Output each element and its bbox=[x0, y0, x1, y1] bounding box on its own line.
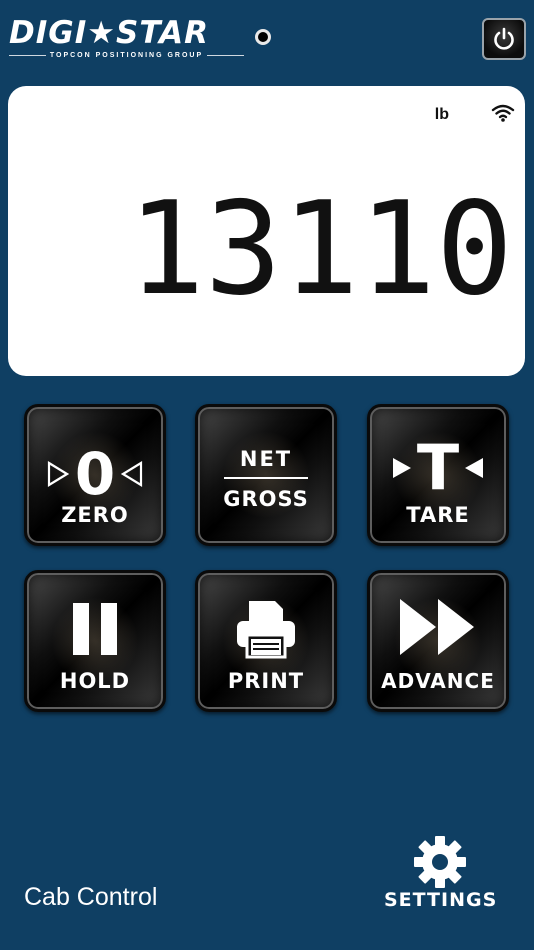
wifi-icon bbox=[491, 104, 515, 122]
zero-button-label: ZERO bbox=[61, 503, 129, 527]
zero-glyph: 0 bbox=[74, 440, 116, 508]
tare-right-arrow-icon bbox=[465, 458, 484, 478]
logo-tagline: TOPCON POSITIONING GROUP bbox=[49, 52, 204, 59]
zero-right-arrow-icon bbox=[121, 461, 143, 487]
tare-glyph: T bbox=[416, 431, 460, 504]
gross-label: GROSS bbox=[223, 487, 309, 511]
tare-button-label: TARE bbox=[406, 503, 470, 527]
net-gross-button[interactable]: NET GROSS bbox=[195, 404, 337, 546]
settings-button[interactable]: SETTINGS bbox=[384, 834, 496, 914]
unit-label: lb bbox=[434, 106, 449, 123]
hold-button-label: HOLD bbox=[59, 669, 131, 693]
net-gross-divider bbox=[224, 477, 308, 479]
settings-label: SETTINGS bbox=[384, 889, 498, 911]
print-button-label: PRINT bbox=[227, 669, 305, 693]
zero-button[interactable]: 0 ZERO bbox=[24, 404, 166, 546]
advance-button[interactable]: ADVANCE bbox=[367, 570, 509, 712]
print-button[interactable]: PRINT bbox=[195, 570, 337, 712]
tare-left-arrow-icon bbox=[392, 458, 411, 478]
power-button[interactable] bbox=[482, 18, 526, 60]
digistar-logo: DIGI★STAR TOPCON POSITIONING GROUP bbox=[9, 16, 244, 59]
gear-icon bbox=[414, 836, 466, 888]
fast-forward-icon bbox=[400, 599, 474, 655]
printer-icon bbox=[237, 601, 295, 659]
header-bar: DIGI★STAR TOPCON POSITIONING GROUP bbox=[0, 0, 534, 80]
weight-display: lb 13110 bbox=[8, 86, 525, 376]
advance-button-label: ADVANCE bbox=[381, 669, 495, 693]
zero-left-arrow-icon bbox=[47, 461, 69, 487]
cab-control-label: Cab Control bbox=[24, 883, 158, 911]
pause-icon bbox=[73, 603, 117, 655]
logo-wordmark: DIGI★STAR bbox=[9, 15, 209, 51]
hold-button[interactable]: HOLD bbox=[24, 570, 166, 712]
connection-status-indicator bbox=[255, 29, 271, 45]
net-label: NET bbox=[239, 447, 293, 471]
tare-button[interactable]: T TARE bbox=[367, 404, 509, 546]
power-icon bbox=[494, 27, 514, 50]
weight-value: 13110 bbox=[127, 175, 513, 324]
